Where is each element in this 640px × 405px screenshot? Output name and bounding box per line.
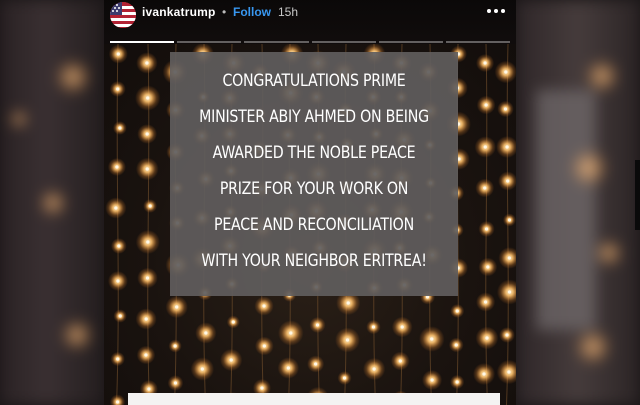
light-bulb-core (286, 366, 290, 370)
story-text-card: CONGRATULATIONS PRIME MINISTER ABIY AHME… (170, 52, 458, 296)
story-message: CONGRATULATIONS PRIME MINISTER ABIY AHME… (198, 63, 430, 279)
light-bulb-core (262, 344, 266, 348)
light-wire (116, 44, 119, 405)
progress-segment (110, 41, 175, 43)
light-bulb-core (145, 276, 150, 280)
light-bulb-core (400, 325, 404, 329)
light-bulb-core (146, 96, 150, 100)
story-message-line: AWARDED THE NOBLE PEACE (212, 143, 416, 162)
progress-segment (244, 41, 309, 43)
light-bulb-core (483, 300, 488, 304)
instagram-story-viewer[interactable]: ivankatrump • Follow 15h CONGRATULATIONS… (104, 0, 516, 405)
light-bulb-core (145, 132, 149, 136)
light-bulb-core (485, 336, 489, 340)
light-bulb-core (506, 179, 510, 183)
story-message-line: CONGRATULATIONS PRIME (222, 71, 406, 90)
story-timestamp: 15h (278, 5, 299, 19)
light-bulb-core (507, 370, 511, 374)
light-bulb-core (147, 387, 151, 391)
light-bulb-core (116, 357, 120, 361)
light-bulb-core (342, 376, 347, 380)
light-bulb-core (503, 107, 508, 111)
light-bulb (496, 359, 516, 385)
light-bulb-core (114, 206, 118, 210)
light-bulb-core (483, 145, 487, 149)
flag-avatar-icon[interactable] (110, 2, 136, 28)
light-bulb-core (117, 244, 121, 248)
light-bulb-core (145, 61, 149, 65)
story-header: ivankatrump • Follow 15h (104, 0, 516, 44)
header-separator: • (222, 5, 227, 19)
light-bulb-core (116, 279, 120, 283)
light-bulb-core (454, 343, 458, 347)
blurred-backdrop-right (516, 0, 640, 405)
light-bulb-core (231, 320, 235, 324)
light-bulb-core (118, 314, 122, 318)
story-message-line: WITH YOUR NEIGHBOR ERITREA! (201, 251, 427, 270)
story-message-line: PRIZE FOR YOUR WORK ON (219, 179, 409, 198)
light-bulb-core (144, 317, 148, 321)
light-bulb-core (505, 333, 509, 337)
light-bulb (496, 279, 516, 305)
more-horizontal-icon[interactable] (486, 4, 506, 18)
light-bulb-core (484, 227, 489, 231)
light-bulb-core (504, 70, 508, 74)
blurred-backdrop-left (0, 0, 104, 405)
light-bulb-core (173, 381, 178, 385)
story-message-line: MINISTER ABIY AHMED ON BEING (199, 107, 429, 126)
light-bulb-core (148, 204, 152, 208)
light-bulb-core (455, 309, 459, 313)
light-bulb-core (486, 265, 490, 269)
story-message-line: PEACE AND RECONCILIATION (214, 215, 414, 234)
light-bulb-core (483, 186, 487, 190)
light-bulb-core (262, 304, 266, 308)
light-bulb-core (116, 87, 120, 91)
story-progress-bar (110, 41, 511, 43)
light-bulb-core (173, 344, 177, 348)
light-bulb-core (146, 240, 150, 244)
light-bulb-core (289, 331, 293, 335)
light-bulb-core (345, 338, 350, 342)
light-bulb-core (430, 337, 434, 341)
light-bulb-core (484, 103, 488, 107)
light-bulb-core (118, 126, 122, 130)
light-bulb-core (115, 165, 119, 169)
light-bulb-core (315, 323, 320, 327)
follow-button[interactable]: Follow (233, 5, 271, 19)
light-bulb (498, 247, 516, 269)
light-bulb-core (200, 367, 204, 371)
light-bulb-core (175, 305, 179, 309)
light-bulb-core (455, 380, 459, 384)
light-bulb-core (398, 359, 402, 363)
light-bulb-core (430, 378, 434, 382)
light-bulb-core (483, 61, 487, 65)
light-bulb-core (372, 367, 376, 371)
light-bulb-core (314, 362, 318, 366)
light-bulb-core (260, 386, 264, 390)
light-bulb-core (346, 301, 350, 305)
light-bulb-core (507, 218, 512, 222)
story-username[interactable]: ivankatrump (142, 5, 216, 19)
light-bulb-core (144, 353, 148, 357)
story-bottom-strip (128, 393, 500, 405)
light-bulb-core (507, 256, 511, 260)
light-bulb-core (371, 325, 376, 329)
progress-segment (177, 41, 242, 43)
light-bulb-core (145, 167, 149, 171)
light-bulb-core (204, 331, 208, 335)
progress-segment (311, 41, 376, 43)
light-bulb-core (505, 145, 509, 149)
light-bulb-core (482, 372, 486, 376)
screenshot-stage: ivankatrump • Follow 15h CONGRATULATIONS… (0, 0, 640, 405)
light-bulb-core (507, 290, 512, 294)
light-bulb-core (229, 358, 233, 362)
light-bulb-core (116, 52, 120, 56)
light-bulb-core (115, 400, 120, 404)
screen-edge-marker (635, 160, 640, 230)
progress-segment (378, 41, 443, 43)
progress-segment (445, 41, 511, 43)
